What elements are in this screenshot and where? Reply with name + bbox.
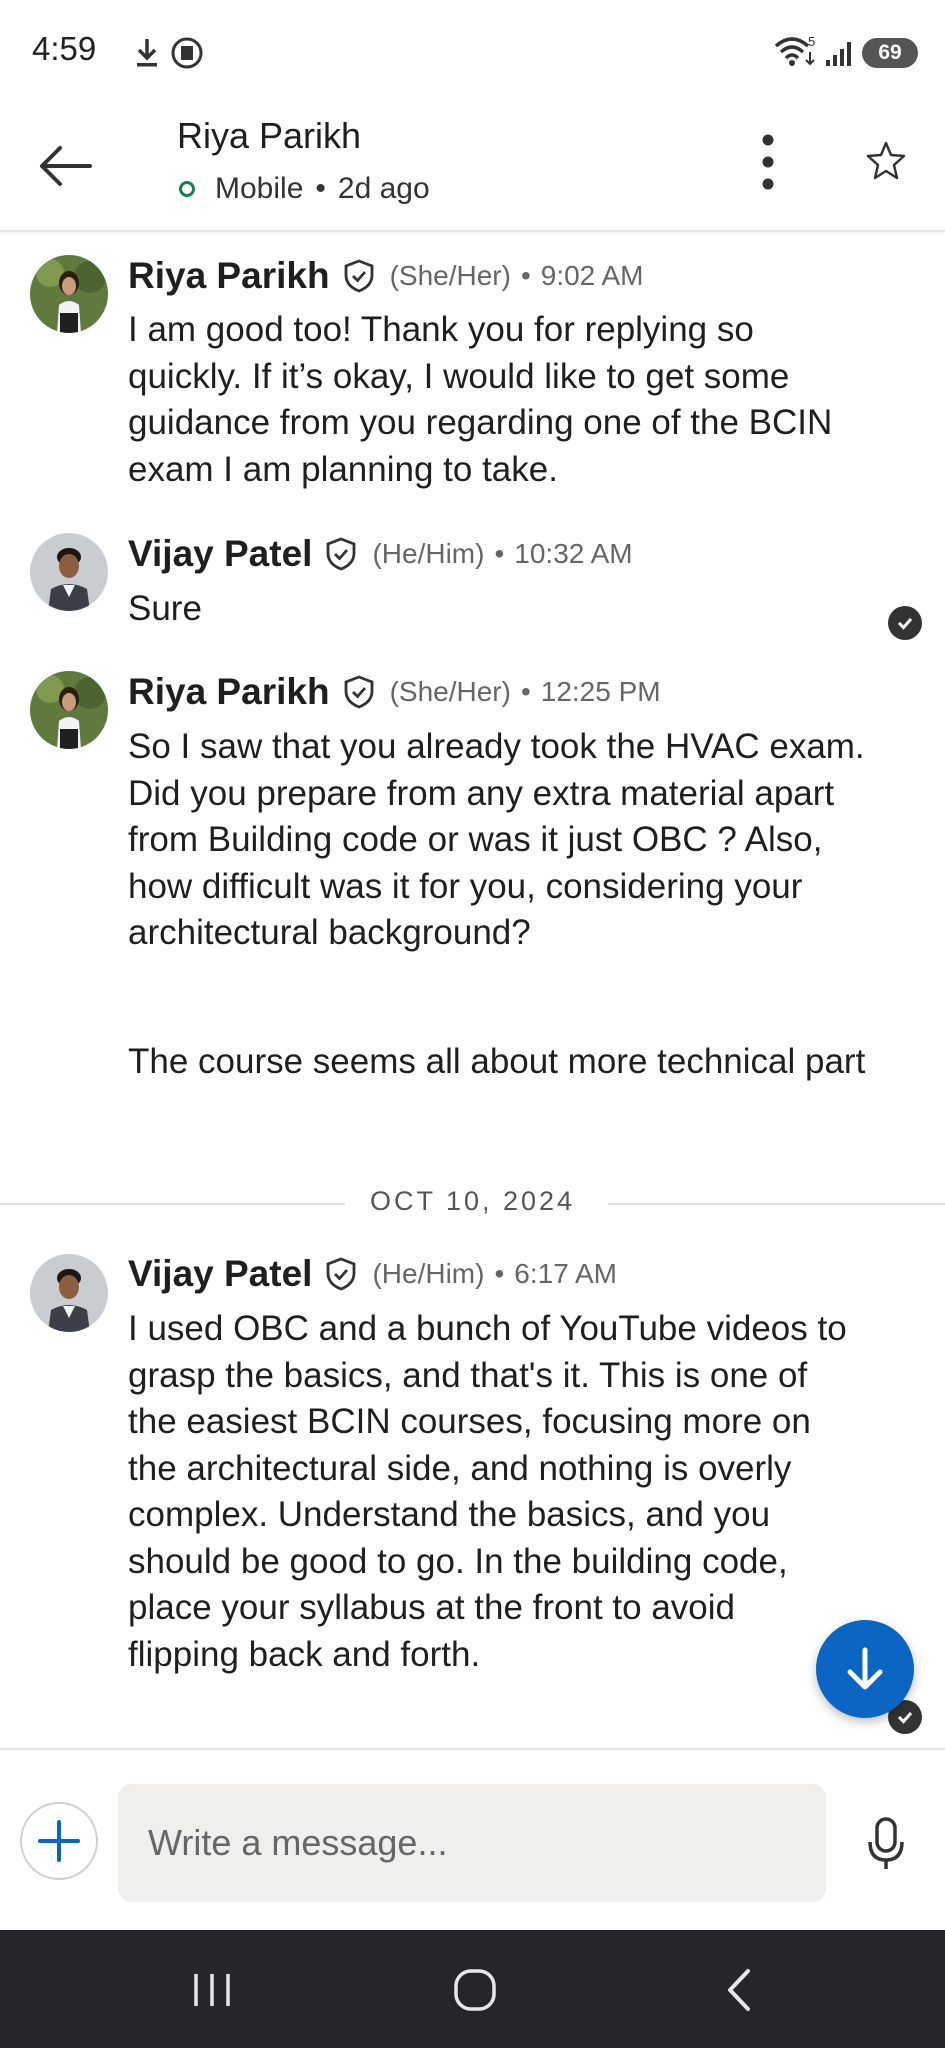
contact-name[interactable]: Riya Parikh	[177, 115, 361, 157]
last-seen: 2d ago	[337, 172, 430, 205]
avatar[interactable]	[30, 671, 108, 749]
time-separator: •	[494, 538, 505, 569]
pronouns: (She/Her)	[389, 260, 511, 291]
sender-name[interactable]: Riya Parikh	[128, 671, 330, 713]
verified-shield-icon	[327, 1257, 356, 1291]
date-divider: OCT 10, 2024	[0, 1184, 945, 1224]
divider-line	[608, 1203, 945, 1205]
pronouns: (He/Him)	[372, 538, 485, 569]
avatar[interactable]	[30, 1254, 108, 1332]
sender-line: Vijay Patel (He/Him) • 10:32 AM	[128, 533, 633, 575]
system-nav-bar	[0, 1930, 945, 2048]
scroll-to-bottom-button[interactable]	[816, 1620, 914, 1718]
presence-dot-icon	[179, 181, 195, 197]
svg-text:5: 5	[808, 34, 815, 49]
presence-label: Mobile	[215, 172, 304, 205]
avatar[interactable]	[30, 255, 108, 333]
message-text: So I saw that you already took the HVAC …	[128, 727, 865, 952]
microphone-icon[interactable]	[866, 1816, 906, 1872]
message-time: 6:17 AM	[514, 1258, 617, 1289]
time-separator: •	[520, 260, 531, 291]
download-icon	[137, 39, 157, 67]
arrow-down-icon	[847, 1647, 883, 1690]
message-text: I am good too! Thank you for replying so…	[128, 310, 833, 489]
sender-line: Riya Parikh (She/Her) • 9:02 AM	[128, 255, 643, 297]
verified-shield-icon	[327, 537, 356, 571]
message-text: Sure	[128, 589, 202, 628]
back-arrow-icon[interactable]	[36, 136, 96, 196]
recent-apps-button[interactable]	[182, 1960, 242, 2020]
presence-separator: •	[315, 172, 326, 205]
recent-apps-icon	[194, 1974, 230, 2006]
conversation-header: Riya Parikh Mobile • 2d ago	[0, 108, 945, 232]
message-text: I used OBC and a bunch of YouTube videos…	[128, 1309, 847, 1674]
more-options-icon[interactable]	[752, 132, 792, 196]
status-time: 4:59	[32, 30, 97, 67]
attach-button[interactable]	[20, 1802, 98, 1880]
battery-indicator: 69	[862, 38, 918, 68]
battery-level: 69	[878, 41, 902, 64]
message-composer	[0, 1748, 945, 1930]
message-time: 9:02 AM	[540, 260, 644, 291]
message-input[interactable]	[118, 1784, 826, 1902]
back-button[interactable]	[710, 1960, 770, 2020]
message-time: 12:25 PM	[540, 676, 661, 707]
sender-line: Riya Parikh (She/Her) • 12:25 PM	[128, 671, 661, 713]
verified-shield-icon	[344, 675, 373, 709]
sender-name[interactable]: Riya Parikh	[128, 255, 330, 297]
time-separator: •	[494, 1258, 505, 1289]
pronouns: (She/Her)	[389, 676, 511, 707]
presence-status: Mobile • 2d ago	[177, 172, 430, 206]
verified-shield-icon	[344, 259, 373, 293]
wifi-icon: 5	[774, 34, 815, 66]
status-bar: 4:59 5 69	[0, 0, 945, 108]
back-chevron-icon	[728, 1969, 750, 2011]
signal-icon	[826, 42, 851, 66]
home-icon	[454, 1969, 496, 2011]
media-icon	[171, 37, 203, 69]
star-icon[interactable]	[866, 140, 906, 180]
time-separator: •	[520, 676, 531, 707]
date-label: OCT 10, 2024	[369, 1186, 576, 1216]
pronouns: (He/Him)	[372, 1258, 485, 1289]
sender-name[interactable]: Vijay Patel	[128, 533, 312, 575]
home-button[interactable]	[445, 1960, 505, 2020]
read-receipt-icon	[888, 606, 922, 640]
sender-line: Vijay Patel (He/Him) • 6:17 AM	[128, 1253, 617, 1295]
avatar[interactable]	[30, 533, 108, 611]
message-text-continued: The course seems all about more technica…	[128, 1042, 866, 1081]
message-time: 10:32 AM	[514, 538, 633, 569]
plus-icon	[38, 1820, 80, 1862]
sender-name[interactable]: Vijay Patel	[128, 1253, 312, 1295]
